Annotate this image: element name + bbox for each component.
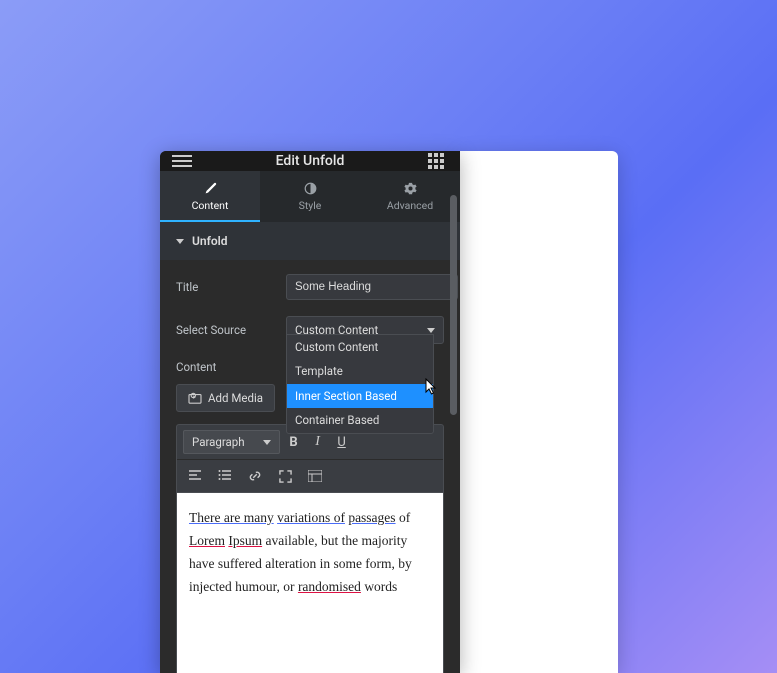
fullscreen-button[interactable] (275, 466, 295, 486)
format-value: Paragraph (192, 435, 245, 449)
tab-content[interactable]: Content (160, 171, 260, 222)
tab-label: Style (299, 199, 322, 212)
apps-grid-icon[interactable] (428, 151, 448, 171)
link-button[interactable] (245, 466, 265, 486)
wysiwyg-toolbar: Paragraph B I U (176, 424, 444, 493)
add-media-label: Add Media (208, 391, 263, 405)
option-container-based[interactable]: Container Based (287, 408, 433, 432)
field-label: Content (176, 360, 276, 374)
italic-button[interactable]: I (308, 432, 328, 452)
preview-canvas (460, 151, 618, 673)
editor-panel: Edit Unfold Content Style Advanced Unfol… (160, 151, 460, 673)
chevron-down-icon (263, 440, 271, 445)
underline-button[interactable]: U (332, 432, 352, 452)
pencil-icon (203, 181, 217, 195)
tab-label: Advanced (387, 199, 433, 212)
chevron-down-icon (427, 328, 435, 333)
field-label: Select Source (176, 323, 276, 337)
titlebar: Edit Unfold (160, 151, 460, 171)
tabs: Content Style Advanced (160, 171, 460, 222)
chevron-down-icon (176, 239, 184, 244)
panel-title: Edit Unfold (160, 153, 460, 169)
format-select[interactable]: Paragraph (183, 430, 280, 454)
panel-scrollbar[interactable] (450, 195, 458, 665)
source-dropdown: Custom Content Template Inner Section Ba… (286, 334, 434, 434)
contrast-icon (303, 181, 317, 195)
field-title: Title (176, 274, 444, 300)
mouse-cursor-icon (425, 378, 437, 396)
tab-label: Content (192, 199, 229, 212)
panel-body: Title Select Source Custom Content Custo… (160, 260, 460, 673)
section-header-unfold[interactable]: Unfold (160, 222, 460, 260)
option-template[interactable]: Template (287, 359, 433, 383)
tab-style[interactable]: Style (260, 171, 360, 222)
align-left-button[interactable] (185, 466, 205, 486)
wysiwyg-content[interactable]: There are many variations of passages of… (176, 493, 444, 673)
tab-advanced[interactable]: Advanced (360, 171, 460, 222)
field-label: Title (176, 280, 276, 294)
list-button[interactable] (215, 466, 235, 486)
gear-icon (403, 181, 417, 195)
add-media-button[interactable]: Add Media (176, 384, 275, 412)
media-icon (188, 392, 202, 404)
option-inner-section-based[interactable]: Inner Section Based (287, 384, 433, 408)
title-input[interactable] (286, 274, 458, 300)
section-title: Unfold (192, 234, 228, 248)
bold-button[interactable]: B (284, 432, 304, 452)
toolbar-toggle-button[interactable] (305, 466, 325, 486)
scroll-thumb[interactable] (450, 195, 457, 415)
hamburger-icon[interactable] (172, 151, 192, 171)
option-custom-content[interactable]: Custom Content (287, 335, 433, 359)
